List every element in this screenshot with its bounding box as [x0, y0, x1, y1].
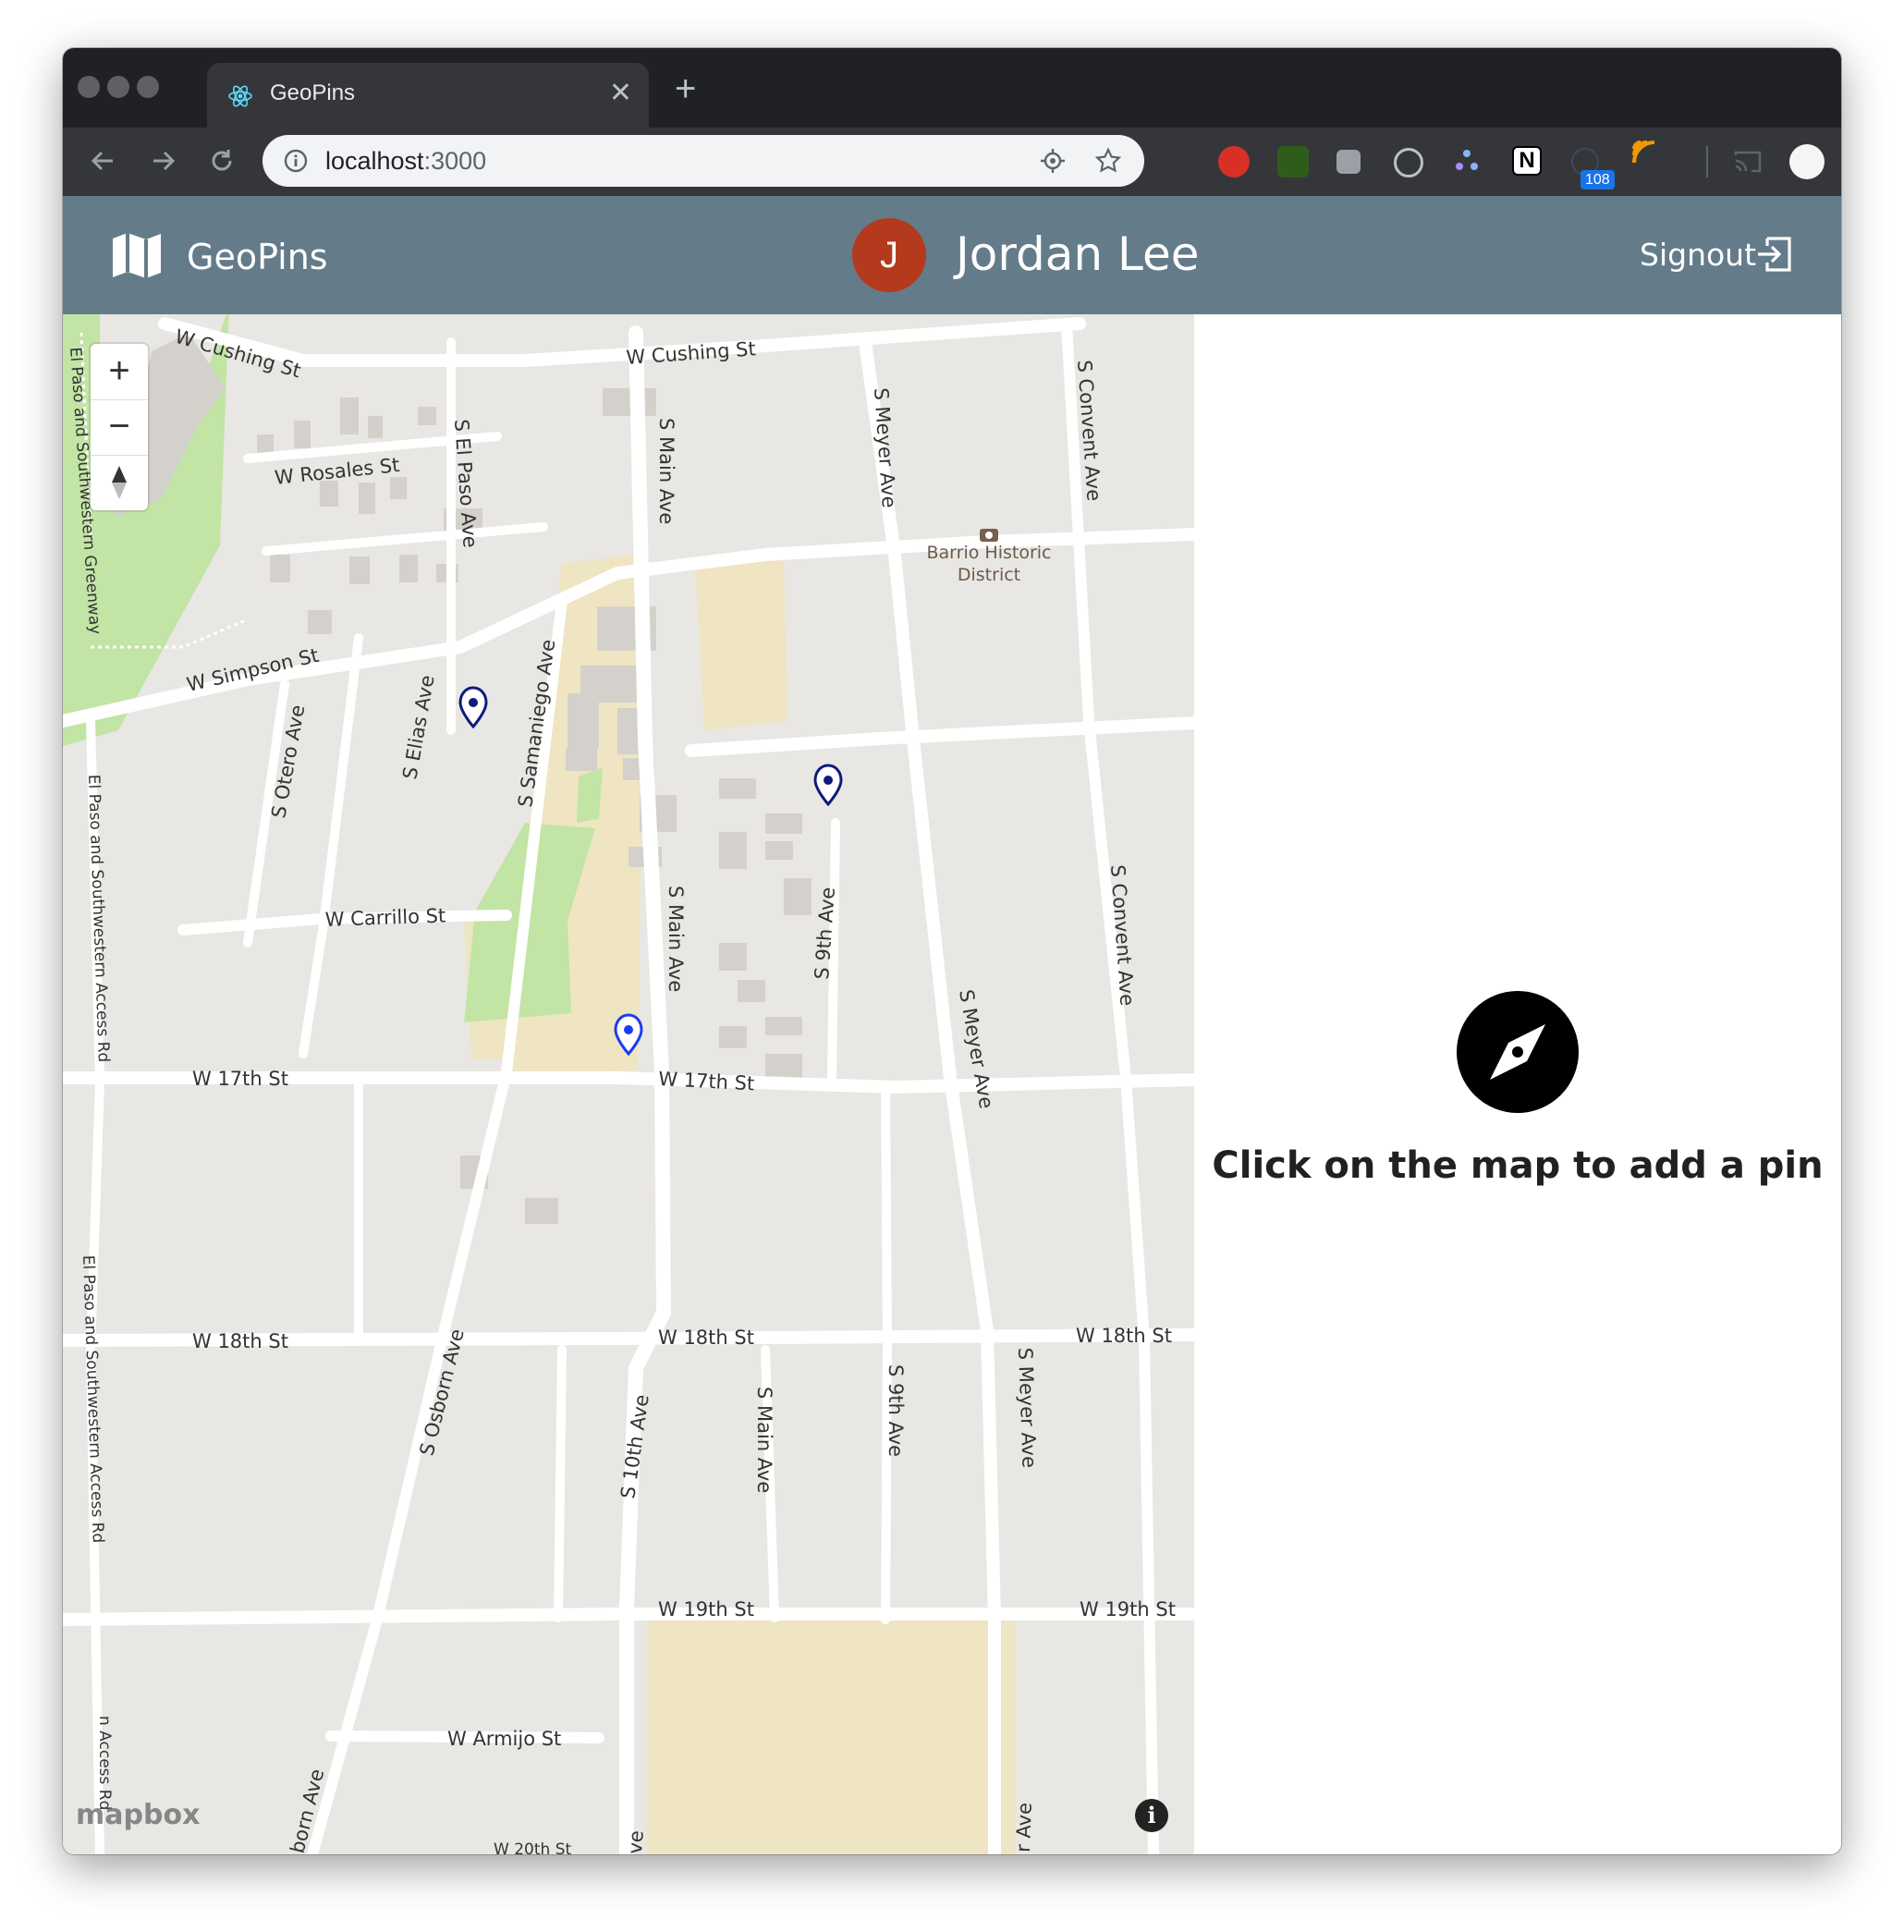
- label-ave-cut-1: ve: [624, 1829, 648, 1854]
- label-access-rd-3: n Access Rd: [95, 1716, 114, 1810]
- map-tiles: W Cushing St W Cushing St W Rosales St S…: [63, 314, 1194, 1854]
- mapbox-logo[interactable]: mapbox: [76, 1799, 200, 1831]
- app-header: GeoPins J Jordan Lee Signout: [63, 196, 1841, 314]
- explore-icon: [1457, 991, 1579, 1113]
- graph-extension-icon[interactable]: [1453, 146, 1481, 174]
- school-area-south: [647, 1612, 1015, 1854]
- label-s-main-ave-1: S Main Ave: [655, 418, 677, 524]
- forward-icon[interactable]: [144, 142, 181, 179]
- label-s-meyer-ave-3: S Meyer Ave: [1014, 1347, 1041, 1468]
- url-text: localhost:3000: [325, 147, 487, 175]
- zoom-in-button[interactable]: +: [91, 344, 148, 399]
- label-w-20th: W 20th St: [494, 1840, 571, 1854]
- close-window-button[interactable]: [78, 76, 100, 98]
- site-info-icon[interactable]: [283, 148, 309, 174]
- label-s-elias-ave: S Elias Ave: [398, 674, 438, 781]
- label-w-cushing-2: W Cushing St: [626, 337, 757, 369]
- signout-button[interactable]: Signout: [1640, 237, 1756, 273]
- notion-extension-icon[interactable]: N: [1512, 146, 1542, 176]
- label-s-osborn-ave: S Osborn Ave: [416, 1327, 469, 1458]
- react-icon: [228, 85, 252, 107]
- map-icon: [113, 233, 161, 278]
- browser-toolbar: localhost:3000 N 108: [63, 128, 1841, 196]
- label-w-18th-3: W 18th St: [1076, 1325, 1172, 1347]
- back-icon[interactable]: [85, 142, 122, 179]
- label-w-19th-1: W 19th St: [658, 1598, 754, 1620]
- rss-badge-count: 108: [1581, 170, 1615, 190]
- reload-icon[interactable]: [203, 142, 240, 179]
- label-w-18th-2: W 18th St: [658, 1327, 754, 1349]
- address-bar[interactable]: localhost:3000: [262, 135, 1144, 187]
- tab-title: GeoPins: [270, 80, 356, 105]
- map-canvas[interactable]: W Cushing St W Cushing St W Rosales St S…: [63, 314, 1194, 1854]
- label-ave-cut-2: r Ave: [1012, 1803, 1036, 1853]
- toolbar-divider: [1706, 146, 1708, 177]
- map-nav-controls: + −: [91, 344, 148, 510]
- profile-avatar-icon[interactable]: [1789, 144, 1825, 179]
- new-tab-button[interactable]: +: [675, 70, 696, 107]
- label-w-18th-1: W 18th St: [192, 1330, 288, 1352]
- tab-strip: GeoPins ✕ +: [63, 48, 1841, 128]
- user-avatar: J: [852, 218, 926, 292]
- cast-icon[interactable]: [1732, 146, 1764, 177]
- brand-title: GeoPins: [187, 237, 328, 277]
- label-w-simpson: W Simpson St: [185, 644, 321, 696]
- label-w-17th-2: W 17th St: [658, 1068, 755, 1094]
- label-w-19th-2: W 19th St: [1080, 1598, 1176, 1620]
- minimize-window-button[interactable]: [107, 76, 129, 98]
- school-area-east: [695, 555, 787, 730]
- bookmark-star-icon[interactable]: [1094, 147, 1122, 175]
- add-pin-prompt: Click on the map to add a pin: [1212, 1144, 1824, 1187]
- target-extension-icon[interactable]: [1394, 148, 1423, 177]
- label-s-9th-ave-2: S 9th Ave: [885, 1364, 907, 1457]
- side-panel: Click on the map to add a pin: [1194, 314, 1841, 1854]
- attribution-info-button[interactable]: i: [1135, 1799, 1168, 1832]
- label-w-armijo: W Armijo St: [447, 1728, 561, 1750]
- browser-tab[interactable]: GeoPins ✕: [207, 63, 649, 128]
- label-barrio-2: District: [958, 565, 1020, 585]
- label-access-rd-2: El Paso and Southwestern Access Rd: [79, 1254, 107, 1543]
- pin-2[interactable]: [813, 764, 843, 807]
- compass-reset-icon[interactable]: [91, 455, 148, 510]
- label-w-carrillo: W Carrillo St: [324, 904, 445, 931]
- exit-icon[interactable]: [1754, 235, 1793, 274]
- ublock-extension-icon[interactable]: [1218, 146, 1250, 177]
- zoom-window-button[interactable]: [137, 76, 159, 98]
- label-barrio-1: Barrio Historic: [927, 543, 1052, 563]
- label-w-17th-1: W 17th St: [192, 1068, 288, 1090]
- label-s-10th-ave: S 10th Ave: [616, 1393, 653, 1500]
- label-access-rd-1: El Paso and Southwestern Access Rd: [84, 774, 113, 1062]
- camera-icon: [980, 529, 998, 542]
- go-extension-icon[interactable]: [1277, 146, 1309, 177]
- pin-1[interactable]: [458, 686, 488, 729]
- browser-window: GeoPins ✕ + localhost:3000 N 108 GeoPins…: [63, 48, 1841, 1854]
- zoom-out-button[interactable]: −: [91, 399, 148, 455]
- label-s-main-ave-2: S Main Ave: [665, 886, 687, 992]
- tab-close-icon[interactable]: ✕: [609, 79, 632, 107]
- media-extension-icon[interactable]: [1336, 150, 1361, 174]
- label-s-main-ave-3: S Main Ave: [753, 1387, 775, 1493]
- rss-extension-icon[interactable]: [1629, 137, 1660, 168]
- location-icon[interactable]: [1039, 147, 1067, 175]
- user-name: Jordan Lee: [956, 227, 1200, 281]
- label-s-meyer-ave-1: S Meyer Ave: [870, 387, 900, 509]
